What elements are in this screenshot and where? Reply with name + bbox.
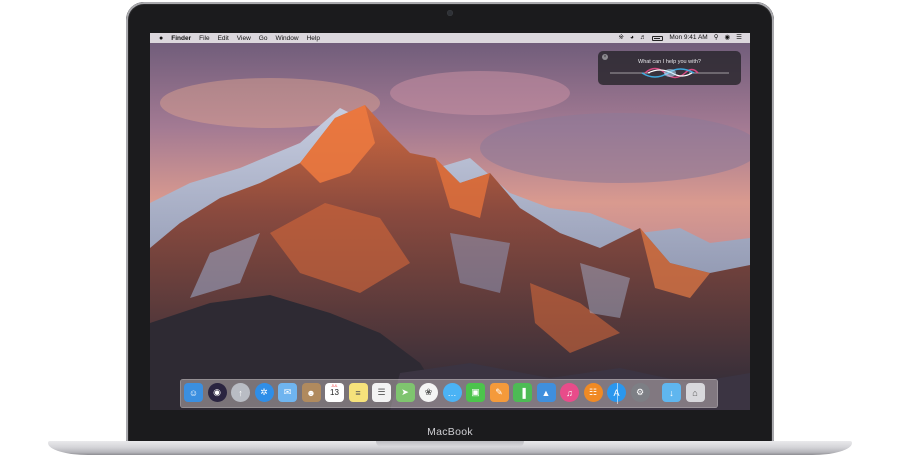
launchpad-icon[interactable]: ↑ bbox=[231, 383, 250, 402]
ibooks-icon[interactable]: ☷ bbox=[583, 383, 603, 402]
menu-file[interactable]: File bbox=[199, 35, 209, 42]
keynote-icon[interactable]: ▲ bbox=[536, 383, 556, 402]
itunes-icon[interactable]: ♫ bbox=[560, 383, 579, 402]
numbers-icon[interactable]: ▐ bbox=[513, 383, 532, 402]
calendar-day: 13 bbox=[330, 388, 339, 397]
downloads-folder-icon[interactable]: ↓ bbox=[662, 383, 681, 402]
menu-window[interactable]: Window bbox=[275, 35, 298, 42]
battery-icon[interactable] bbox=[652, 35, 664, 41]
contacts-icon[interactable]: ☻ bbox=[301, 383, 321, 402]
notes-icon[interactable]: ≡ bbox=[348, 383, 368, 402]
siri-app-icon[interactable]: ◉ bbox=[207, 383, 227, 402]
maps-icon[interactable]: ➤ bbox=[395, 383, 415, 402]
dock-separator bbox=[617, 383, 618, 404]
safari-icon[interactable]: ✲ bbox=[254, 383, 274, 402]
menu-bar: ● Finder File Edit View Go Window Help ※… bbox=[150, 33, 750, 43]
search-icon[interactable]: ⚲ bbox=[714, 33, 719, 43]
trash-icon[interactable]: ⌂ bbox=[685, 383, 705, 402]
menu-go[interactable]: Go bbox=[259, 35, 268, 42]
desktop-screen: ● Finder File Edit View Go Window Help ※… bbox=[150, 33, 750, 410]
siri-waveform bbox=[610, 67, 729, 79]
device-brand-label: MacBook bbox=[427, 426, 473, 438]
clock[interactable]: Mon 9:41 AM bbox=[669, 33, 707, 43]
system-preferences-icon[interactable]: ⚙ bbox=[630, 383, 650, 402]
bluetooth-icon[interactable]: ※ bbox=[619, 33, 624, 43]
menu-edit[interactable]: Edit bbox=[218, 35, 229, 42]
messages-icon[interactable]: … bbox=[442, 383, 462, 402]
mail-icon[interactable]: ✉ bbox=[278, 383, 297, 402]
laptop-opening-notch bbox=[376, 441, 524, 447]
calendar-icon[interactable]: JUL 13 bbox=[325, 383, 344, 402]
notification-center-icon[interactable]: ☰ bbox=[736, 33, 742, 43]
menu-help[interactable]: Help bbox=[307, 35, 320, 42]
siri-icon[interactable]: ◉ bbox=[725, 33, 731, 43]
wallpaper-mountain bbox=[150, 33, 750, 410]
reminders-icon[interactable]: ☰ bbox=[372, 383, 391, 402]
dock: ☺◉↑✲✉☻JUL13≡☰➤❀…▣✎▐▲♫☷A⚙↓⌂ bbox=[180, 379, 718, 408]
status-area: ※ ◕ ♬ Mon 9:41 AM ⚲ ◉ ☰ bbox=[619, 33, 742, 43]
menu-app-finder[interactable]: Finder bbox=[171, 35, 191, 42]
volume-icon[interactable]: ♬ bbox=[640, 33, 647, 43]
camera-icon bbox=[447, 10, 453, 16]
apple-menu-icon[interactable]: ● bbox=[159, 35, 163, 42]
finder-icon[interactable]: ☺ bbox=[184, 383, 203, 402]
menu-view[interactable]: View bbox=[237, 35, 251, 42]
siri-panel: × What can I help you with? bbox=[598, 51, 741, 85]
siri-prompt: What can I help you with? bbox=[638, 59, 701, 65]
facetime-icon[interactable]: ▣ bbox=[466, 383, 485, 402]
pages-icon[interactable]: ✎ bbox=[489, 383, 509, 402]
photos-icon[interactable]: ❀ bbox=[419, 383, 438, 402]
wifi-icon[interactable]: ◕ bbox=[630, 33, 634, 43]
